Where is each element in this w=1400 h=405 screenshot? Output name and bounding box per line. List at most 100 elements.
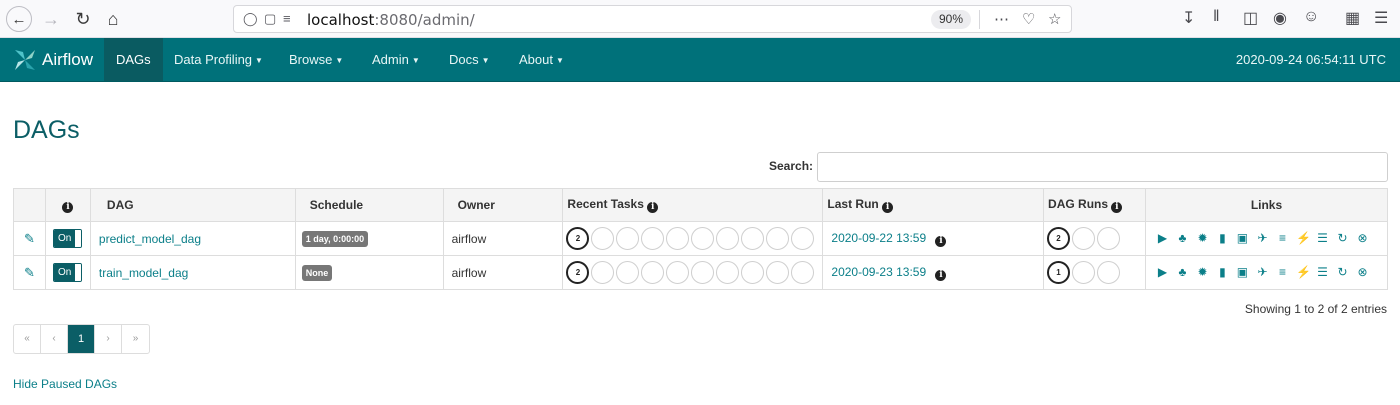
info-icon[interactable]: i xyxy=(935,269,947,281)
brand-logo[interactable]: Airflow xyxy=(12,44,93,76)
task-status-circle[interactable] xyxy=(616,261,640,284)
dag-link[interactable]: predict_model_dag xyxy=(99,232,201,246)
last-page-button[interactable]: » xyxy=(122,325,149,353)
header-dag[interactable]: DAG xyxy=(89,188,296,222)
page-1-button[interactable]: 1 xyxy=(68,325,95,353)
task-status-circle[interactable] xyxy=(741,261,765,284)
bookmark-star-icon[interactable]: ☆ xyxy=(1048,10,1061,28)
info-icon[interactable]: i xyxy=(1111,202,1123,213)
shield-icon[interactable]: ◯ xyxy=(243,11,258,27)
last-run-link[interactable]: 2020-09-23 13:59 xyxy=(831,265,926,279)
task-status-circle[interactable] xyxy=(641,227,665,250)
info-icon[interactable]: i xyxy=(935,235,947,247)
nav-data-profiling[interactable]: Data Profiling ▼ xyxy=(162,38,275,81)
task-tries-icon[interactable]: ▣ xyxy=(1236,266,1249,279)
url-text[interactable]: localhost:8080/admin/ xyxy=(307,11,475,29)
run-status-circle[interactable] xyxy=(1097,261,1121,284)
task-status-circle[interactable] xyxy=(691,261,715,284)
last-run-link[interactable]: 2020-09-22 13:59 xyxy=(831,231,926,245)
forward-icon[interactable]: → xyxy=(38,6,64,32)
edit-icon[interactable]: ✎ xyxy=(24,265,35,280)
task-status-circle[interactable] xyxy=(591,227,615,250)
trigger-dag-icon[interactable]: ▶ xyxy=(1156,232,1169,245)
task-status-circle[interactable] xyxy=(791,261,815,284)
task-status-circle[interactable] xyxy=(616,227,640,250)
next-page-button[interactable]: › xyxy=(95,325,122,353)
menu-icon[interactable]: ☰ xyxy=(1374,8,1388,28)
back-icon[interactable]: ← xyxy=(6,6,32,32)
gantt-icon[interactable]: ≡ xyxy=(1276,232,1289,245)
download-icon[interactable]: ↧ xyxy=(1182,8,1195,28)
delete-dag-icon[interactable]: ⊗ xyxy=(1356,232,1369,245)
task-status-circle[interactable] xyxy=(741,227,765,250)
header-schedule[interactable]: Schedule xyxy=(294,188,444,222)
delete-dag-icon[interactable]: ⊗ xyxy=(1356,266,1369,279)
info-icon[interactable]: i xyxy=(62,202,74,213)
edit-icon[interactable]: ✎ xyxy=(24,231,35,246)
dag-link[interactable]: train_model_dag xyxy=(99,266,188,280)
logs-icon[interactable]: ☰ xyxy=(1316,232,1329,245)
task-status-circle[interactable] xyxy=(691,227,715,250)
home-icon[interactable]: ⌂ xyxy=(100,6,126,32)
hide-paused-dags-link[interactable]: Hide Paused DAGs xyxy=(13,377,117,391)
library-icon[interactable]: ‖ xyxy=(1213,8,1220,26)
nav-admin[interactable]: Admin ▼ xyxy=(360,38,432,81)
nav-about[interactable]: About ▼ xyxy=(507,38,576,81)
info-icon[interactable]: i xyxy=(882,202,894,213)
nav-dags[interactable]: DAGs xyxy=(104,38,163,81)
task-status-circle[interactable]: 2 xyxy=(566,261,590,284)
gantt-icon[interactable]: ≡ xyxy=(1276,266,1289,279)
first-page-button[interactable]: « xyxy=(14,325,41,353)
refresh-icon[interactable]: ↻ xyxy=(1336,232,1349,245)
info-icon[interactable]: i xyxy=(647,202,659,213)
zoom-level[interactable]: 90% xyxy=(931,10,972,29)
sidebar-icon[interactable]: ◫ xyxy=(1243,8,1258,28)
header-recent-tasks-label: Recent Tasks xyxy=(567,197,644,211)
task-status-circle[interactable] xyxy=(666,227,690,250)
address-bar[interactable]: ◯ ▢ ≡ localhost:8080/admin/ 90% ⋯ ♡ ☆ xyxy=(233,5,1072,33)
run-status-circle[interactable] xyxy=(1072,261,1096,284)
account-icon[interactable]: ☺ xyxy=(1303,8,1319,26)
task-status-circle[interactable]: 2 xyxy=(566,227,590,250)
run-status-circle[interactable] xyxy=(1097,227,1121,250)
task-duration-icon[interactable]: ▮ xyxy=(1216,266,1229,279)
refresh-icon[interactable]: ↻ xyxy=(1336,266,1349,279)
graph-view-icon[interactable]: ✹ xyxy=(1196,266,1209,279)
run-status-circle[interactable]: 1 xyxy=(1047,261,1071,284)
task-status-circle[interactable] xyxy=(591,261,615,284)
permissions-icon[interactable]: ≡ xyxy=(283,11,291,26)
nav-browse[interactable]: Browse ▼ xyxy=(277,38,355,81)
trigger-dag-icon[interactable]: ▶ xyxy=(1156,266,1169,279)
task-status-circle[interactable] xyxy=(716,227,740,250)
addon-icon[interactable]: ▦ xyxy=(1345,8,1360,28)
code-view-icon[interactable]: ⚡ xyxy=(1296,232,1311,245)
nav-docs[interactable]: Docs ▼ xyxy=(437,38,502,81)
dag-toggle[interactable]: On xyxy=(53,263,83,282)
task-status-circle[interactable] xyxy=(641,261,665,284)
page-info-icon[interactable]: ▢ xyxy=(264,11,276,27)
task-status-circle[interactable] xyxy=(716,261,740,284)
task-status-circle[interactable] xyxy=(666,261,690,284)
task-duration-icon[interactable]: ▮ xyxy=(1216,232,1229,245)
dag-toggle[interactable]: On xyxy=(53,229,83,248)
pocket-icon[interactable]: ♡ xyxy=(1022,10,1035,28)
tree-view-icon[interactable]: ♣ xyxy=(1176,232,1189,245)
run-status-circle[interactable]: 2 xyxy=(1047,227,1071,250)
reload-icon[interactable]: ↻ xyxy=(70,6,96,32)
more-icon[interactable]: ⋯ xyxy=(994,10,1009,28)
tree-view-icon[interactable]: ♣ xyxy=(1176,266,1189,279)
prev-page-button[interactable]: ‹ xyxy=(41,325,68,353)
task-status-circle[interactable] xyxy=(766,261,790,284)
landing-times-icon[interactable]: ✈ xyxy=(1256,266,1269,279)
code-view-icon[interactable]: ⚡ xyxy=(1296,266,1311,279)
task-status-circle[interactable] xyxy=(766,227,790,250)
run-status-circle[interactable] xyxy=(1072,227,1096,250)
header-owner[interactable]: Owner xyxy=(442,188,564,222)
task-status-circle[interactable] xyxy=(791,227,815,250)
logs-icon[interactable]: ☰ xyxy=(1316,266,1329,279)
graph-view-icon[interactable]: ✹ xyxy=(1196,232,1209,245)
search-input[interactable] xyxy=(817,152,1388,182)
task-tries-icon[interactable]: ▣ xyxy=(1236,232,1249,245)
landing-times-icon[interactable]: ✈ xyxy=(1256,232,1269,245)
extension-icon[interactable]: ◉ xyxy=(1273,8,1287,28)
